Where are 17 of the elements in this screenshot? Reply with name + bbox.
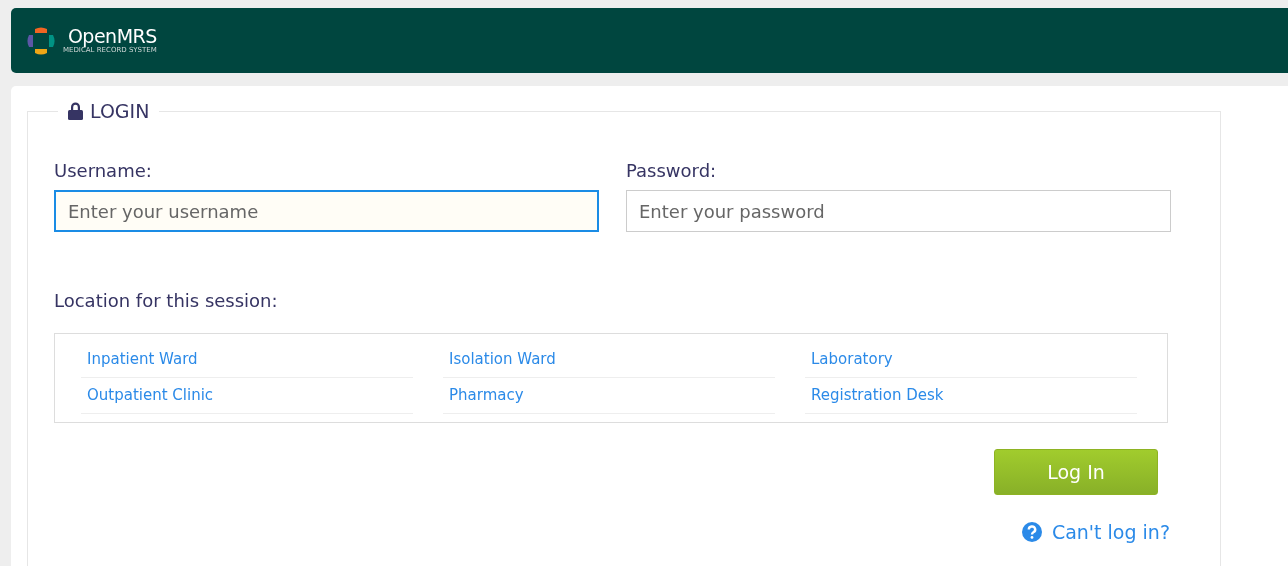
- location-option[interactable]: Pharmacy: [443, 378, 775, 414]
- input-field[interactable]: Enter your password: [626, 190, 1171, 232]
- help-icon: [1021, 522, 1042, 542]
- location-option[interactable]: Inpatient Ward: [81, 342, 413, 378]
- input-field[interactable]: Enter your username: [54, 190, 599, 232]
- help-link[interactable]: Can't log in?: [1021, 521, 1170, 543]
- location-option[interactable]: Isolation Ward: [443, 342, 775, 378]
- login-button[interactable]: Log In: [994, 449, 1158, 495]
- login-legend: LOGIN: [90, 100, 150, 122]
- location-option[interactable]: Registration Desk: [805, 378, 1137, 414]
- location-option[interactable]: Outpatient Clinic: [81, 378, 413, 414]
- field-label: Password:: [626, 160, 718, 182]
- logo-text: OpenMRS: [67, 27, 157, 46]
- lock-icon: [68, 102, 83, 120]
- location-option[interactable]: Laboratory: [805, 342, 1137, 378]
- field-label: Username:: [54, 160, 153, 182]
- location-label: Location for this session:: [54, 290, 279, 312]
